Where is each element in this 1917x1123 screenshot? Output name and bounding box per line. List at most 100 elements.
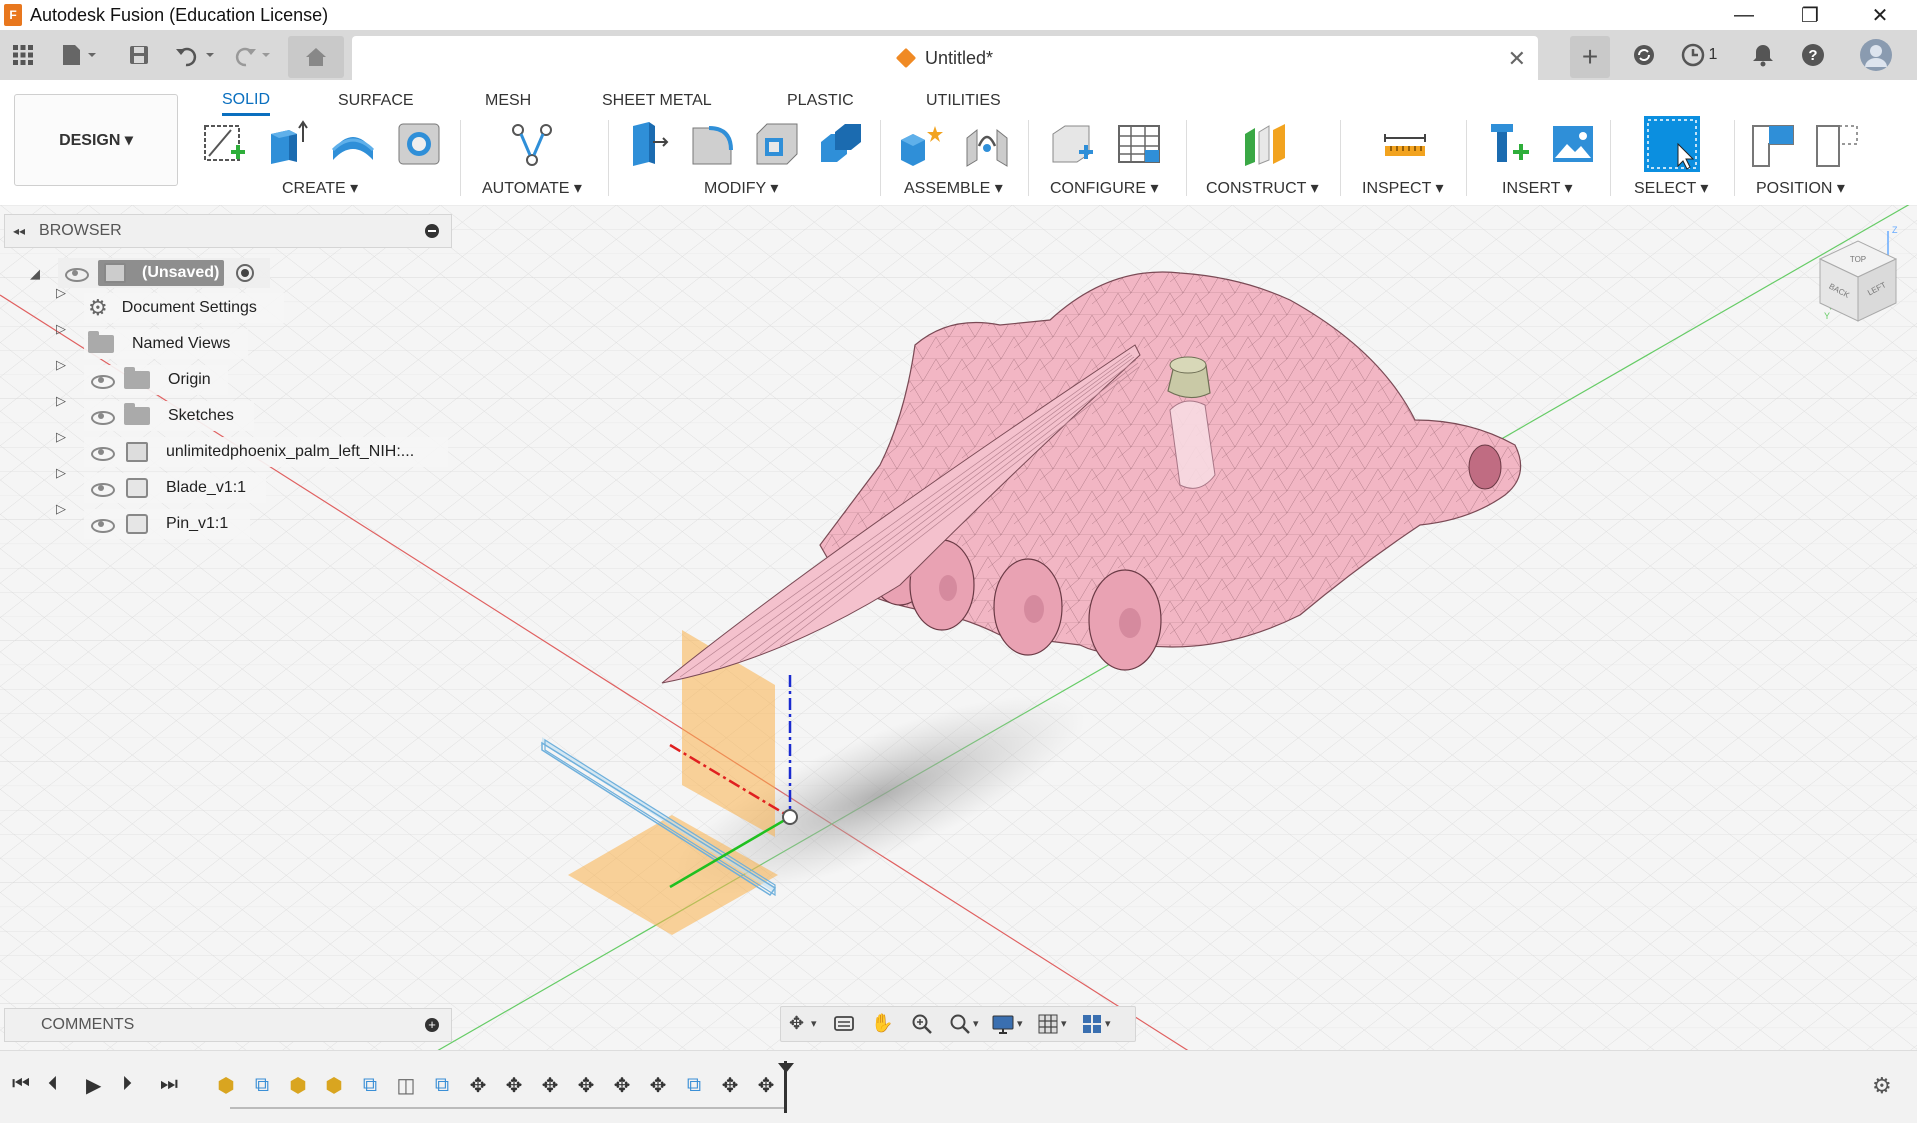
visibility-eye-icon[interactable]: [90, 409, 115, 425]
expand-arrow-icon[interactable]: ▷: [56, 393, 66, 409]
add-comment-icon[interactable]: +: [425, 1018, 439, 1032]
root-component-pill[interactable]: (Unsaved): [58, 258, 270, 288]
close-window-button[interactable]: ✕: [1850, 0, 1910, 30]
expand-arrow-icon[interactable]: ▷: [56, 321, 66, 337]
automate-menu[interactable]: AUTOMATE ▾: [482, 178, 582, 198]
timeline-feature-icon[interactable]: ⬢: [322, 1073, 346, 1097]
select-icon[interactable]: [1644, 116, 1700, 172]
undo-icon[interactable]: [172, 38, 222, 72]
tab-mesh[interactable]: MESH: [485, 86, 531, 116]
timeline-feature-icon[interactable]: ⧉: [358, 1073, 382, 1097]
insert-menu[interactable]: INSERT ▾: [1502, 178, 1573, 198]
inspect-menu[interactable]: INSPECT ▾: [1362, 178, 1444, 198]
revert-position-icon[interactable]: [1812, 118, 1862, 170]
tab-plastic[interactable]: PLASTIC: [787, 86, 854, 116]
go-to-end-icon[interactable]: ⏭: [160, 1073, 178, 1096]
timeline-move-icon[interactable]: ✥: [646, 1073, 670, 1097]
hole-icon[interactable]: [394, 118, 444, 170]
workspace-switcher-button[interactable]: DESIGN ▾: [14, 94, 178, 186]
visibility-eye-icon[interactable]: [90, 373, 115, 389]
help-icon[interactable]: ?: [1798, 38, 1828, 72]
timeline-feature-icon[interactable]: ⬢: [286, 1073, 310, 1097]
timeline-feature-icon[interactable]: ⧉: [682, 1073, 706, 1097]
visibility-eye-icon[interactable]: [90, 481, 115, 497]
zoom-dropdown-icon[interactable]: ▾: [973, 1017, 979, 1030]
expand-arrow-icon[interactable]: ▷: [56, 465, 66, 481]
fillet-icon[interactable]: [688, 118, 738, 170]
timeline-move-icon[interactable]: ✥: [718, 1073, 742, 1097]
insert-mcmaster-icon[interactable]: [1484, 118, 1534, 170]
capture-position-icon[interactable]: [1748, 118, 1798, 170]
step-forward-icon[interactable]: ⏵: [122, 1073, 132, 1096]
collapse-arrow-icon[interactable]: ◢: [30, 266, 40, 282]
3d-viewport-canvas[interactable]: [0, 205, 1917, 1050]
grid-settings-icon[interactable]: [1037, 1013, 1059, 1040]
look-at-icon[interactable]: [833, 1013, 855, 1038]
create-menu[interactable]: CREATE ▾: [282, 178, 358, 198]
modify-menu[interactable]: MODIFY ▾: [704, 178, 778, 198]
tree-pill-origin[interactable]: Origin: [84, 365, 228, 395]
timeline-feature-icon[interactable]: ⧉: [250, 1073, 274, 1097]
create-sketch-icon[interactable]: [200, 118, 250, 170]
display-settings-icon[interactable]: [991, 1013, 1015, 1040]
zoom-icon[interactable]: [911, 1013, 933, 1040]
viewports-dropdown-icon[interactable]: ▾: [1105, 1017, 1111, 1030]
configure-menu[interactable]: CONFIGURE ▾: [1050, 178, 1158, 198]
combine-icon[interactable]: [816, 118, 866, 170]
timeline-move-icon[interactable]: ✥: [610, 1073, 634, 1097]
document-tab[interactable]: Untitled* ✕: [352, 36, 1538, 80]
offset-plane-icon[interactable]: [1240, 118, 1290, 170]
timeline-move-icon[interactable]: ✥: [502, 1073, 526, 1097]
browser-minimize-icon[interactable]: [425, 224, 439, 238]
view-cube[interactable]: TOP BACK LEFT Z Y: [1800, 225, 1910, 335]
tab-solid[interactable]: SOLID: [222, 86, 271, 116]
timeline-feature-icon[interactable]: ⬢: [214, 1073, 238, 1097]
user-avatar[interactable]: [1856, 38, 1896, 72]
select-menu[interactable]: SELECT ▾: [1634, 178, 1708, 198]
job-status-icon[interactable]: 1: [1674, 38, 1724, 72]
press-pull-icon[interactable]: [622, 118, 672, 170]
visibility-eye-icon[interactable]: [90, 445, 115, 461]
expand-arrow-icon[interactable]: ▷: [56, 501, 66, 517]
configure-design-icon[interactable]: [1048, 118, 1098, 170]
tree-pill-named-views[interactable]: Named Views: [84, 329, 248, 359]
canvas-image-icon[interactable]: [1548, 118, 1598, 170]
assemble-menu[interactable]: ASSEMBLE ▾: [904, 178, 1003, 198]
measure-icon[interactable]: [1380, 118, 1430, 170]
apps-grid-icon[interactable]: [8, 38, 38, 72]
comments-panel-header[interactable]: COMMENTS +: [4, 1008, 452, 1042]
extrude-icon[interactable]: [262, 118, 312, 170]
visibility-eye-icon[interactable]: [64, 266, 89, 282]
joint-icon[interactable]: [962, 118, 1012, 170]
grid-dropdown-icon[interactable]: ▾: [1061, 1017, 1067, 1030]
save-icon[interactable]: [124, 38, 154, 72]
home-icon[interactable]: [288, 36, 344, 78]
collapse-panel-icon[interactable]: ◂◂: [13, 224, 25, 238]
timeline-feature-icon[interactable]: ◫: [394, 1073, 418, 1097]
tree-pill-pin[interactable]: Pin_v1:1: [84, 509, 250, 539]
timeline-feature-icon[interactable]: ⧉: [430, 1073, 454, 1097]
minimize-button[interactable]: —: [1714, 0, 1774, 30]
expand-arrow-icon[interactable]: ▷: [56, 285, 66, 301]
activate-radio-icon[interactable]: [236, 264, 254, 282]
timeline-move-icon[interactable]: ✥: [574, 1073, 598, 1097]
play-icon[interactable]: ▶: [86, 1073, 101, 1098]
tree-pill-document-settings[interactable]: ⚙ Document Settings: [84, 293, 284, 323]
shell-icon[interactable]: [752, 118, 802, 170]
revolve-icon[interactable]: [328, 118, 378, 170]
timeline-move-icon[interactable]: ✥: [466, 1073, 490, 1097]
automate-icon[interactable]: [507, 118, 557, 170]
pan-hand-icon[interactable]: ✋: [871, 1013, 893, 1034]
orbit-dropdown-icon[interactable]: ▾: [811, 1017, 817, 1030]
visibility-eye-icon[interactable]: [90, 517, 115, 533]
tab-sheet-metal[interactable]: SHEET METAL: [602, 86, 712, 116]
expand-arrow-icon[interactable]: ▷: [56, 357, 66, 373]
timeline-settings-gear-icon[interactable]: ⚙: [1872, 1073, 1892, 1099]
go-to-start-icon[interactable]: ⏮: [12, 1073, 30, 1096]
timeline-move-icon[interactable]: ✥: [754, 1073, 778, 1097]
close-tab-icon[interactable]: ✕: [1508, 46, 1526, 72]
new-tab-plus-icon[interactable]: +: [1570, 36, 1610, 78]
tree-pill-palm-component[interactable]: unlimitedphoenix_palm_left_NIH:...: [84, 437, 448, 467]
step-back-icon[interactable]: ⏴: [48, 1073, 58, 1096]
timeline-marker-head[interactable]: [778, 1063, 794, 1073]
